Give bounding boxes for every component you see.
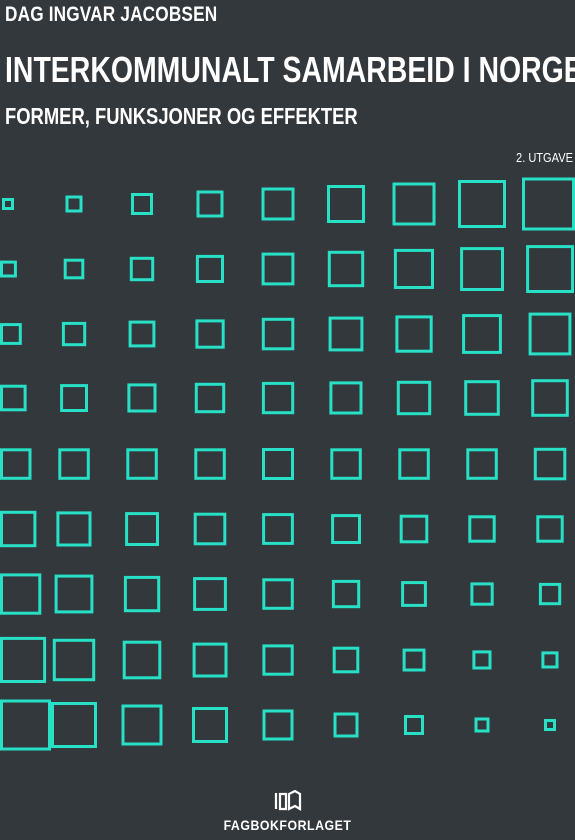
open-book-logo-icon bbox=[274, 790, 301, 811]
author-name: DAG INGVAR JACOBSEN bbox=[5, 3, 218, 26]
book-title: INTERKOMMUNALT SAMARBEID I NORGE bbox=[5, 49, 575, 90]
edition-label: 2. UTGAVE bbox=[516, 150, 573, 165]
book-cover: DAG INGVAR JACOBSEN INTERKOMMUNALT SAMAR… bbox=[0, 0, 575, 840]
publisher-name: FAGBOKFORLAGET bbox=[223, 817, 352, 833]
book-subtitle: FORMER, FUNKSJONER OG EFFEKTER bbox=[5, 103, 358, 129]
publisher-block: FAGBOKFORLAGET bbox=[0, 790, 575, 833]
